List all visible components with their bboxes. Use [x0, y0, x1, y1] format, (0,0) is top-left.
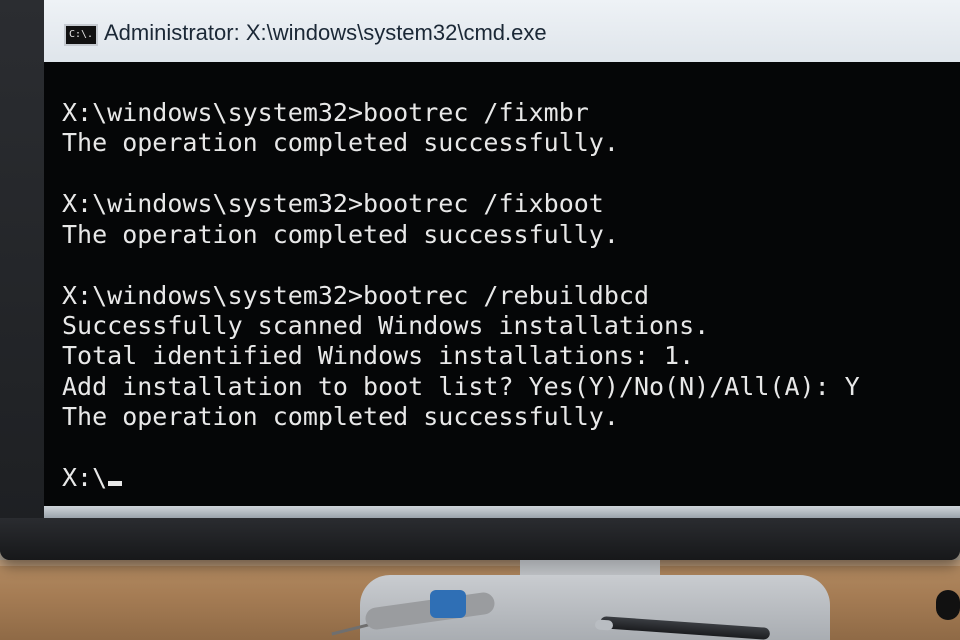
- console-line: X:\windows\system32>bootrec /fixboot: [62, 189, 604, 218]
- console-output[interactable]: X:\windows\system32>bootrec /fixmbr The …: [44, 62, 960, 506]
- cmd-app-icon[interactable]: C:\.: [64, 24, 98, 46]
- console-prompt: X:\: [62, 463, 108, 492]
- console-line: The operation completed successfully.: [62, 128, 619, 157]
- console-prompt-line[interactable]: X:\: [62, 463, 123, 493]
- console-line: The operation completed successfully.: [62, 402, 619, 431]
- black-cable: [936, 590, 960, 620]
- console-line: Add installation to boot list? Yes(Y)/No…: [62, 372, 860, 401]
- window-title: Administrator: X:\windows\system32\cmd.e…: [104, 20, 547, 45]
- console-line: Total identified Windows installations: …: [62, 341, 695, 370]
- console-line: The operation completed successfully.: [62, 220, 619, 249]
- console-line: Successfully scanned Windows installatio…: [62, 311, 710, 340]
- text-cursor: [108, 481, 123, 486]
- screen-bottom-edge: [44, 506, 960, 518]
- console-line: X:\windows\system32>bootrec /rebuildbcd: [62, 281, 649, 310]
- monitor: C:\. Administrator: X:\windows\system32\…: [0, 0, 960, 560]
- monitor-screen: C:\. Administrator: X:\windows\system32\…: [44, 0, 960, 518]
- pen-tip: [594, 619, 614, 631]
- console-line: X:\windows\system32>bootrec /fixmbr: [62, 98, 589, 127]
- window-titlebar[interactable]: C:\. Administrator: X:\windows\system32\…: [44, 0, 960, 63]
- wrist-strap-clip: [430, 590, 466, 618]
- monitor-bezel-bottom: [0, 518, 960, 560]
